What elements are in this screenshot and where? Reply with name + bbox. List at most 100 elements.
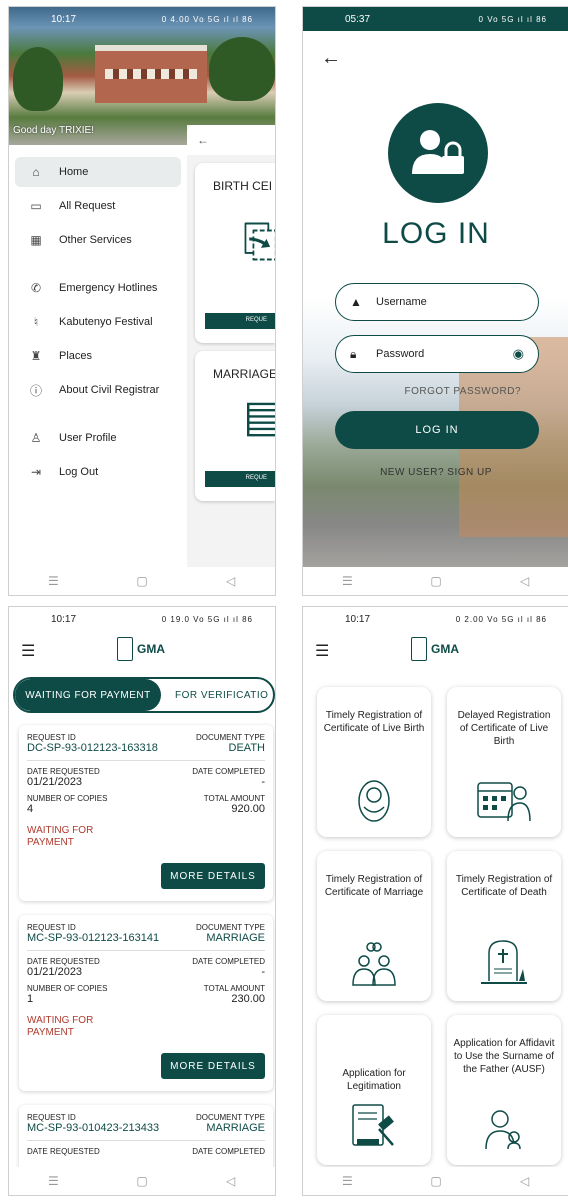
forgot-password-link[interactable]: FORGOT PASSWORD? — [404, 386, 521, 397]
menu-item-other-services[interactable]: ▦ Other Services — [15, 225, 181, 255]
home-nav-icon[interactable]: ▢ — [122, 1174, 162, 1188]
menu-item-user-profile[interactable]: ♙ User Profile — [15, 423, 181, 453]
status-time: 05:37 — [345, 13, 371, 25]
services-screen: 10:17 0 2.00 Vo 5G ıl ıl 86 ☰ GMA Timely… — [302, 606, 568, 1196]
menu-item-kabutenyo-festival[interactable]: ♮ Kabutenyo Festival — [15, 307, 181, 337]
status-icons: 0 Vo 5G ıl ıl 86 — [478, 14, 547, 24]
more-details-button[interactable]: MORE DETAILS — [161, 863, 265, 889]
info-icon: ⓘ — [29, 383, 42, 398]
service-card-timely-marriage[interactable]: Timely Registration of Certificate of Ma… — [317, 851, 431, 1001]
back-nav-icon[interactable]: ◁ — [505, 574, 545, 588]
user-lock-logo-icon — [388, 103, 488, 203]
calendar-person-icon — [477, 782, 531, 822]
baby-icon — [358, 780, 390, 822]
logo-icon — [117, 637, 133, 661]
date-requested: 01/21/2023 — [27, 966, 83, 978]
more-details-button[interactable]: MORE DETAILS — [161, 1053, 265, 1079]
drawer-screen: 10:17 0 4.00 Vo 5G ıl ıl 86 Good day TRI… — [8, 6, 276, 596]
menu-label: Emergency Hotlines — [59, 282, 158, 294]
service-card-timely-death[interactable]: Timely Registration of Certificate of De… — [447, 851, 561, 1001]
greeting-text: Good day TRIXIE! — [13, 125, 94, 136]
system-nav-bar: ☰ ▢ ◁ — [9, 1167, 275, 1195]
service-card-timely-birth[interactable]: Timely Registration of Certificate of Li… — [317, 687, 431, 837]
home-nav-icon[interactable]: ▢ — [416, 574, 456, 588]
service-title: Application for Affidavit to Use the Sur… — [453, 1038, 555, 1075]
menu-item-all-request[interactable]: ▭ All Request — [15, 191, 181, 221]
gma-logo: GMA — [117, 637, 165, 661]
status-time: 10:17 — [345, 613, 371, 625]
status-icons: 0 4.00 Vo 5G ıl ıl 86 — [161, 14, 253, 24]
building-image — [95, 45, 207, 103]
request-card: REQUEST ID DOCUMENT TYPE MC-SP-93-012123-… — [19, 915, 273, 1091]
eye-icon[interactable]: ◉ — [513, 346, 524, 362]
birth-certificate-card: BIRTH CEI ⎘ REQUE — [195, 163, 275, 343]
home-nav-icon[interactable]: ▢ — [416, 1174, 456, 1188]
hamburger-menu-icon[interactable]: ☰ — [315, 641, 329, 661]
date-completed: - — [261, 776, 265, 788]
recents-icon[interactable]: ☰ — [327, 1174, 367, 1188]
request-button: REQUE — [205, 471, 275, 487]
service-title: Timely Registration of Certificate of De… — [455, 874, 553, 898]
status-bar: 05:37 0 Vo 5G ıl ıl 86 — [303, 7, 568, 31]
username-placeholder: Username — [376, 296, 427, 308]
tab-waiting-for-payment[interactable]: WAITING FOR PAYMENT — [15, 679, 161, 711]
recents-icon[interactable]: ☰ — [33, 1174, 73, 1188]
label-copies: NUMBER OF COPIES — [27, 794, 108, 803]
service-card-delayed-birth[interactable]: Delayed Registration of Certificate of L… — [447, 687, 561, 837]
menu-item-emergency-hotlines[interactable]: ✆ Emergency Hotlines — [15, 273, 181, 303]
back-nav-icon[interactable]: ◁ — [211, 1174, 251, 1188]
brand-text: GMA — [431, 642, 459, 656]
person-icon: ▲ — [350, 295, 362, 309]
label-document-type: DOCUMENT TYPE — [195, 923, 265, 932]
label-date-requested: DATE REQUESTED — [27, 1147, 100, 1156]
system-nav-bar: ☰ ▢ ◁ — [303, 567, 568, 595]
system-nav-bar: ☰ ▢ ◁ — [9, 567, 275, 595]
lock-icon: 🔒︎ — [350, 346, 357, 361]
status-time: 10:17 — [51, 613, 77, 625]
recents-icon[interactable]: ☰ — [327, 574, 367, 588]
card-title: MARRIAGE C — [213, 367, 275, 381]
menu-label: Kabutenyo Festival — [59, 316, 153, 328]
menu-item-home[interactable]: ⌂ Home — [15, 157, 181, 187]
home-nav-icon[interactable]: ▢ — [122, 574, 162, 588]
menu-item-log-out[interactable]: ⇥ Log Out — [15, 457, 181, 487]
hamburger-menu-icon[interactable]: ☰ — [21, 641, 35, 661]
signup-link[interactable]: NEW USER? SIGN UP — [303, 467, 568, 478]
label-request-id: REQUEST ID — [27, 733, 76, 742]
building-icon: ♜ — [30, 349, 42, 363]
gavel-document-icon — [352, 1104, 394, 1146]
service-card-legitimation[interactable]: Application for Legitimation — [317, 1015, 431, 1165]
label-request-id: REQUEST ID — [27, 1113, 76, 1122]
tab-for-verification[interactable]: FOR VERIFICATIO — [161, 679, 273, 711]
menu-item-places[interactable]: ♜ Places — [15, 341, 181, 371]
document-type: MARRIAGE — [206, 932, 265, 944]
certificate-icon: ⎘ — [243, 217, 276, 266]
service-title: Timely Registration of Certificate of Li… — [323, 710, 425, 734]
menu-item-about-civil-registrar[interactable]: ⓘ About Civil Registrar — [15, 375, 181, 405]
app-header: ☰ GMA — [303, 631, 568, 669]
total-value: 920.00 — [231, 803, 265, 815]
request-button: REQUE — [205, 313, 275, 329]
back-nav-icon[interactable]: ◁ — [211, 574, 251, 588]
back-nav-icon[interactable]: ◁ — [505, 1174, 545, 1188]
label-total: TOTAL AMOUNT — [203, 794, 265, 803]
marriage-certificate-card: MARRIAGE C ▤ REQUE — [195, 351, 275, 501]
login-button[interactable]: LOG IN — [335, 411, 539, 449]
username-field[interactable]: ▲ Username — [335, 283, 539, 321]
navigation-drawer: ⌂ Home ▭ All Request ▦ Other Services ✆ … — [9, 145, 187, 567]
label-date-requested: DATE REQUESTED — [27, 767, 100, 776]
label-document-type: DOCUMENT TYPE — [195, 733, 265, 742]
back-arrow-icon[interactable]: ← — [321, 47, 341, 70]
request-card: REQUEST ID DOCUMENT TYPE DC-SP-93-012123-… — [19, 725, 273, 901]
tree-image — [209, 37, 275, 101]
recents-icon[interactable]: ☰ — [33, 574, 73, 588]
couple-icon — [352, 942, 396, 986]
request-list: REQUEST ID DOCUMENT TYPE DC-SP-93-012123-… — [19, 725, 273, 1195]
calendar-icon: ▦ — [30, 233, 42, 247]
password-field[interactable]: 🔒︎ Password ◉ — [335, 335, 539, 373]
phone-icon: ✆ — [30, 281, 42, 295]
menu-label: All Request — [59, 200, 116, 212]
password-placeholder: Password — [376, 348, 425, 360]
status-badge: WAITING FOR PAYMENT — [27, 825, 94, 848]
service-card-ausf[interactable]: Application for Affidavit to Use the Sur… — [447, 1015, 561, 1165]
